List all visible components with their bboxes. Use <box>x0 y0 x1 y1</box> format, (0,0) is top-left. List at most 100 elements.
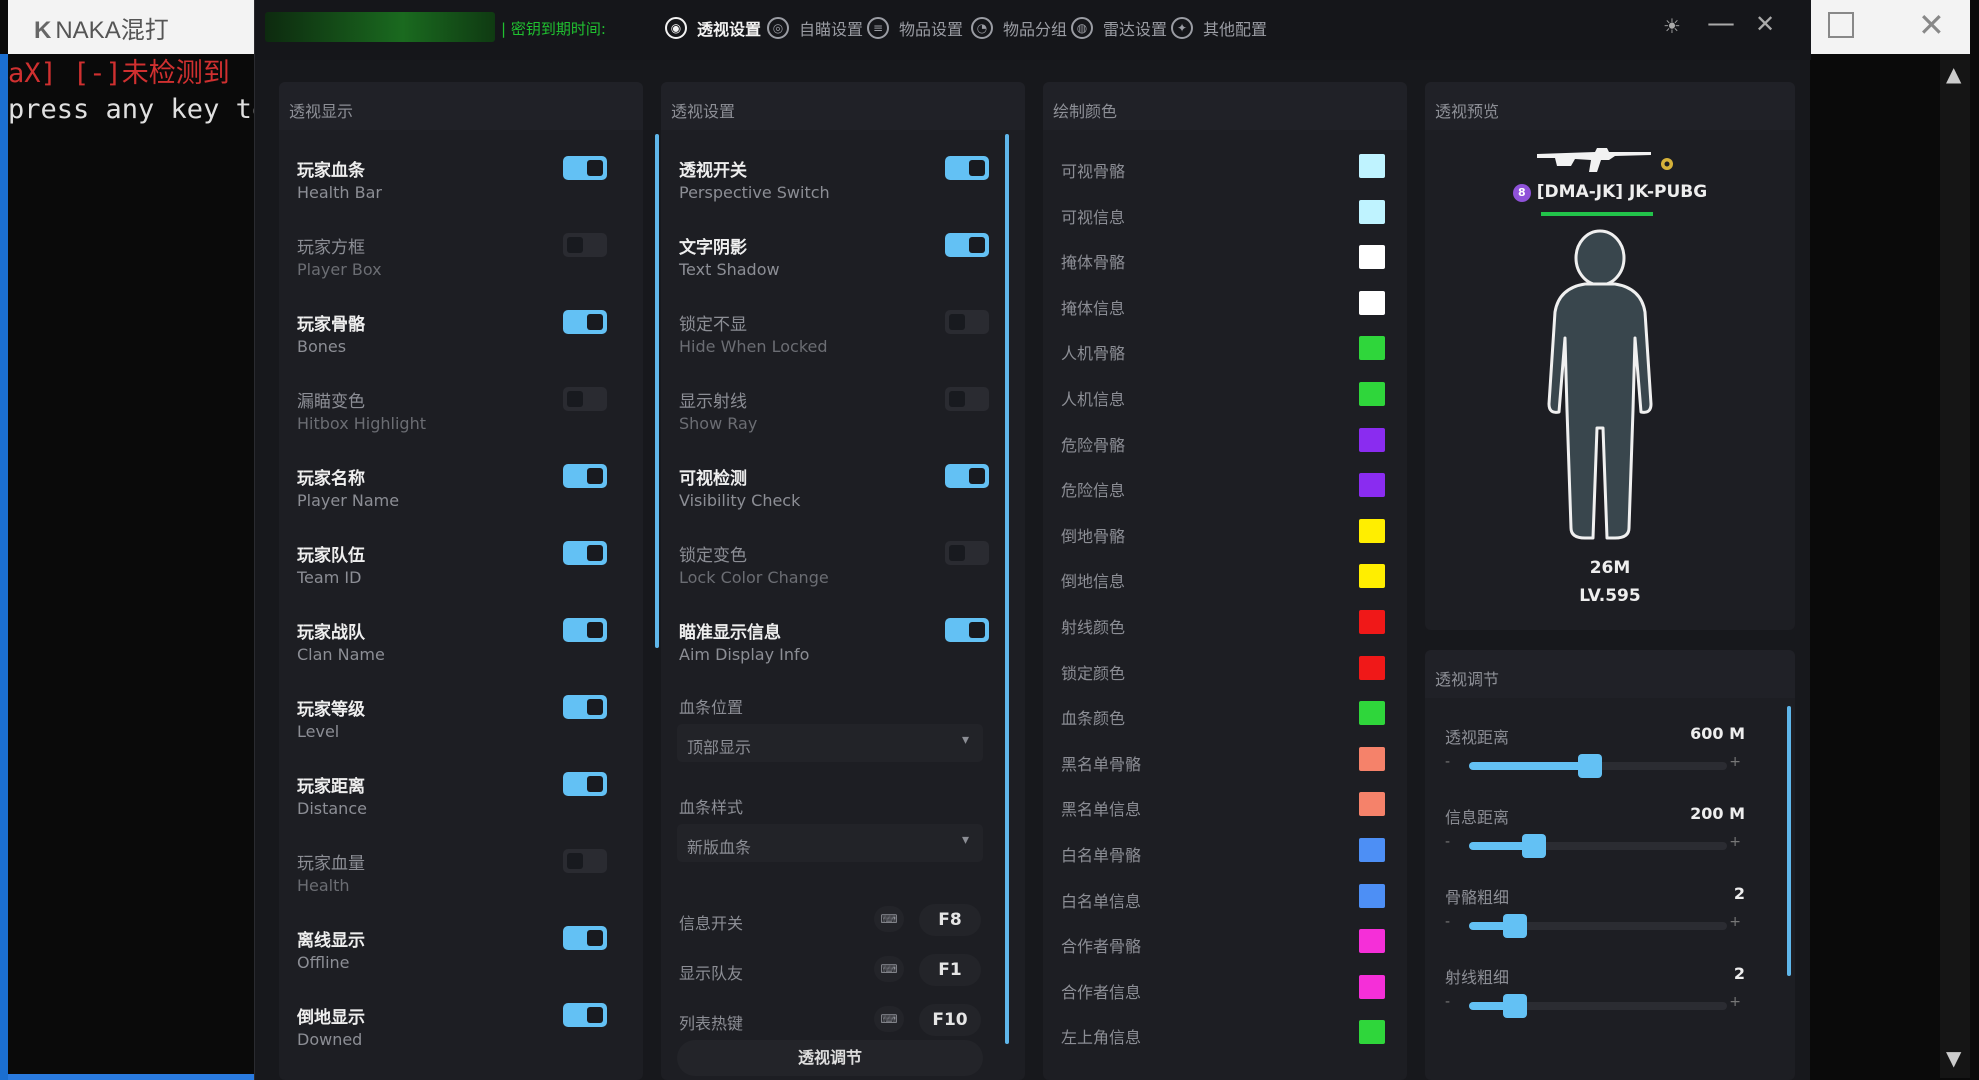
keyboard-icon[interactable]: ⌨ <box>874 1006 904 1032</box>
color-swatch[interactable] <box>1359 245 1385 270</box>
toggle-switch[interactable] <box>563 1003 607 1027</box>
toggle-sublabel: Distance <box>297 799 367 818</box>
scrollbar[interactable] <box>655 134 659 648</box>
color-label: 可视信息 <box>1061 207 1126 227</box>
slider-track[interactable] <box>1469 914 1727 938</box>
slider-thumb[interactable] <box>1521 834 1546 858</box>
increment-button[interactable]: + <box>1729 914 1741 930</box>
nav-tab[interactable]: ◉ 透视设置 <box>665 16 761 40</box>
toggle-label: 文字阴影 <box>679 238 747 258</box>
toggle-knob <box>969 237 985 253</box>
color-swatch[interactable] <box>1359 838 1385 862</box>
slider-thumb[interactable] <box>1503 914 1528 938</box>
toggle-switch[interactable] <box>945 233 989 257</box>
keyboard-icon[interactable]: ⌨ <box>874 906 904 932</box>
theme-toggle-icon[interactable]: ☀ <box>1663 14 1681 38</box>
color-row: 危险信息 <box>1043 471 1407 507</box>
color-swatch[interactable] <box>1359 655 1385 680</box>
color-swatch[interactable] <box>1359 290 1385 315</box>
nav-tab[interactable]: ✦ 其他配置 <box>1171 16 1267 40</box>
console-scrollbar[interactable]: ▲ ▼ <box>1940 54 1970 1078</box>
hotkey-button[interactable]: F1 <box>919 954 981 986</box>
slider-thumb[interactable] <box>1578 754 1603 778</box>
toggle-switch[interactable] <box>563 541 607 565</box>
color-label: 黑名单骨骼 <box>1061 754 1142 774</box>
toggle-switch[interactable] <box>563 310 607 334</box>
color-swatch[interactable] <box>1359 427 1385 452</box>
color-swatch[interactable] <box>1359 929 1385 954</box>
toggle-switch[interactable] <box>563 772 607 796</box>
increment-button[interactable]: + <box>1729 994 1741 1010</box>
slider-thumb[interactable] <box>1503 994 1528 1018</box>
color-swatch[interactable] <box>1359 154 1385 178</box>
slider-track[interactable] <box>1469 994 1727 1018</box>
healthbar-position-dropdown[interactable]: 顶部显示 ▾ <box>677 724 983 762</box>
toggle-switch[interactable] <box>945 156 989 180</box>
decrement-button[interactable]: - <box>1445 834 1450 850</box>
nav-tab[interactable]: ◍ 雷达设置 <box>1071 16 1167 40</box>
decrement-button[interactable]: - <box>1445 994 1450 1010</box>
color-swatch[interactable] <box>1359 610 1385 634</box>
toggle-switch[interactable] <box>945 310 989 334</box>
toggle-sublabel: Visibility Check <box>679 491 801 510</box>
color-label: 合作者信息 <box>1061 982 1142 1002</box>
toggle-switch[interactable] <box>945 541 989 565</box>
toggle-switch[interactable] <box>563 618 607 642</box>
decrement-button[interactable]: - <box>1445 754 1450 770</box>
toggle-switch[interactable] <box>563 695 607 719</box>
color-swatch[interactable] <box>1359 792 1385 817</box>
increment-button[interactable]: + <box>1729 834 1741 850</box>
decrement-button[interactable]: - <box>1445 914 1450 930</box>
esp-adjust-button[interactable]: 透视调节 <box>677 1040 983 1076</box>
hotkey-show-teammates: 显示队友 ⌨ F1 <box>679 952 989 988</box>
close-icon[interactable]: ✕ <box>1918 6 1945 44</box>
keyboard-icon[interactable]: ⌨ <box>874 956 904 982</box>
toggle-switch[interactable] <box>563 849 607 873</box>
slider-track[interactable] <box>1469 834 1727 858</box>
player-level: LV.595 <box>1579 586 1641 606</box>
hotkey-info-toggle: 信息开关 ⌨ F8 <box>679 902 989 938</box>
color-swatch[interactable] <box>1359 701 1385 726</box>
toggle-switch[interactable] <box>945 464 989 488</box>
maximize-icon[interactable] <box>1828 12 1854 38</box>
minimize-icon[interactable]: — <box>1707 6 1735 39</box>
color-swatch[interactable] <box>1359 974 1385 999</box>
sliders-icon: ≡ <box>867 17 889 39</box>
toggle-knob <box>567 391 583 407</box>
hotkey-button[interactable]: F8 <box>919 904 981 936</box>
hotkey-button[interactable]: F10 <box>919 1004 981 1036</box>
close-icon[interactable]: ✕ <box>1755 10 1775 38</box>
nav-tab[interactable]: ◎ 自瞄设置 <box>767 16 863 40</box>
toggle-switch[interactable] <box>563 156 607 180</box>
increment-button[interactable]: + <box>1729 754 1741 770</box>
hotkey-label: 显示队友 <box>679 964 744 983</box>
toggle-row: 漏瞄变色 Hitbox Highlight <box>279 387 643 464</box>
player-distance: 26M <box>1589 558 1631 578</box>
color-swatch[interactable] <box>1359 1020 1385 1045</box>
player-name: [DMA-JK] JK-PUBG <box>1536 182 1708 202</box>
nav-tab[interactable]: ≡ 物品设置 <box>867 16 963 40</box>
toggle-switch[interactable] <box>945 387 989 411</box>
toggle-switch[interactable] <box>563 926 607 950</box>
preview-panel: 透视预览 8 [DMA-JK] JK-PUBG 26M LV.595 <box>1425 82 1795 630</box>
toggle-switch[interactable] <box>563 387 607 411</box>
scroll-up-icon[interactable]: ▲ <box>1946 62 1961 86</box>
color-swatch[interactable] <box>1359 883 1385 908</box>
toggle-switch[interactable] <box>945 618 989 642</box>
nav-tab[interactable]: ◔ 物品分组 <box>971 16 1067 40</box>
color-swatch[interactable] <box>1359 382 1385 406</box>
healthbar-style-dropdown[interactable]: 新版血条 ▾ <box>677 824 983 862</box>
color-swatch[interactable] <box>1359 564 1385 589</box>
scroll-down-icon[interactable]: ▼ <box>1946 1046 1961 1070</box>
color-row: 可视骨骼 <box>1043 152 1407 188</box>
color-swatch[interactable] <box>1359 336 1385 361</box>
color-swatch[interactable] <box>1359 199 1385 224</box>
color-swatch[interactable] <box>1359 746 1385 771</box>
toggle-switch[interactable] <box>563 233 607 257</box>
color-swatch[interactable] <box>1359 473 1385 498</box>
toggle-switch[interactable] <box>563 464 607 488</box>
scrollbar[interactable] <box>1787 706 1791 976</box>
scrollbar[interactable] <box>1005 134 1009 1044</box>
slider-track[interactable] <box>1469 754 1727 778</box>
color-swatch[interactable] <box>1359 518 1385 543</box>
